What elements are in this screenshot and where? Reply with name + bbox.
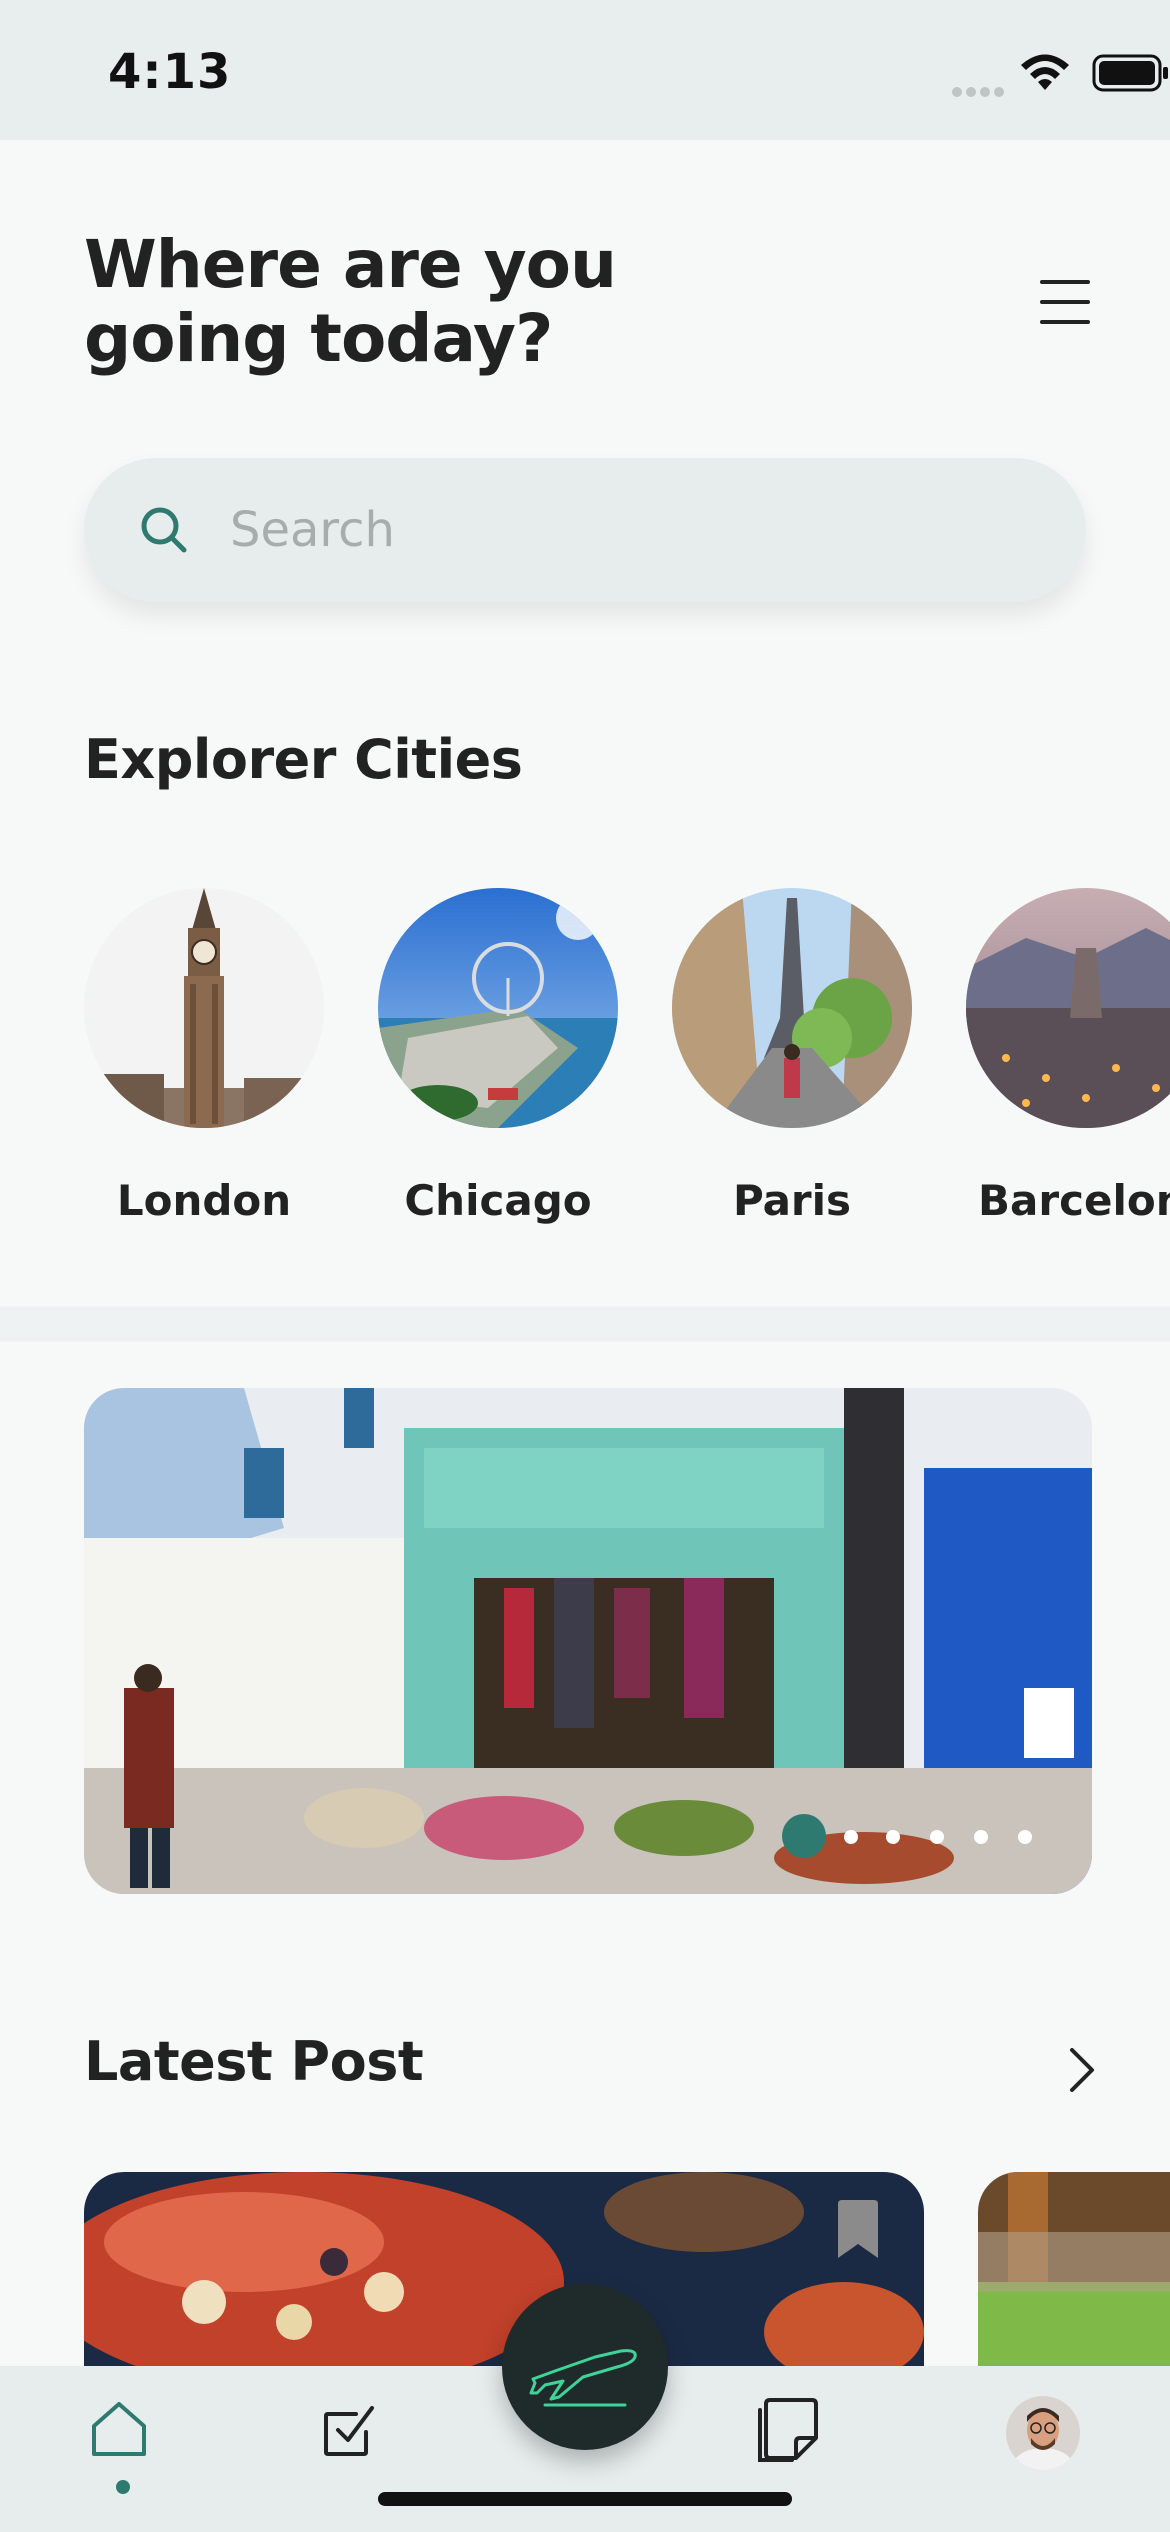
menu-icon-line xyxy=(1040,320,1090,324)
wifi-icon xyxy=(1021,54,1069,90)
pagination-dot[interactable] xyxy=(1018,1830,1032,1844)
menu-button[interactable] xyxy=(1040,280,1100,336)
search-bar[interactable] xyxy=(84,458,1086,602)
city-name: London xyxy=(116,1176,292,1225)
post-photo xyxy=(978,2172,1170,2372)
status-time: 4:13 xyxy=(108,44,232,100)
home-indicator xyxy=(378,2492,792,2506)
page-title: Where are you going today? xyxy=(84,226,617,377)
pagination-dot[interactable] xyxy=(886,1830,900,1844)
chevron-right-icon[interactable] xyxy=(1062,2044,1102,2096)
city-photo-paris xyxy=(672,888,912,1128)
city-photo-london xyxy=(84,888,324,1128)
post-card[interactable] xyxy=(84,2172,924,2372)
flights-button[interactable] xyxy=(502,2284,668,2450)
battery-icon xyxy=(1092,54,1168,92)
city-photo-barcelona xyxy=(966,888,1170,1128)
city-card-chicago[interactable]: Chicago xyxy=(378,888,618,1225)
profile-avatar[interactable] xyxy=(1006,2396,1080,2470)
section-title-explorer-cities: Explorer Cities xyxy=(84,728,523,791)
banner-photo xyxy=(84,1388,1092,1894)
city-card-london[interactable]: London xyxy=(84,888,324,1225)
section-title-latest-post: Latest Post xyxy=(84,2030,424,2093)
city-name: Chicago xyxy=(404,1176,592,1225)
city-card-paris[interactable]: Paris xyxy=(672,888,912,1225)
active-tab-indicator xyxy=(116,2480,130,2494)
notes-icon[interactable] xyxy=(756,2398,820,2462)
status-bar: 4:13 xyxy=(0,0,1170,140)
cellular-signal-icon xyxy=(952,82,1008,97)
menu-icon-line xyxy=(1040,300,1090,304)
section-divider xyxy=(0,1306,1170,1342)
pagination-dot[interactable] xyxy=(974,1830,988,1844)
home-icon[interactable] xyxy=(88,2400,150,2458)
tasks-icon[interactable] xyxy=(322,2402,378,2458)
pagination-dot[interactable] xyxy=(930,1830,944,1844)
post-photo xyxy=(84,2172,924,2372)
search-input[interactable] xyxy=(228,494,1028,566)
featured-banner[interactable] xyxy=(84,1388,1092,1894)
city-card-barcelona[interactable]: Barcelona xyxy=(966,888,1170,1225)
bookmark-icon[interactable] xyxy=(836,2200,880,2260)
pagination-dot-active[interactable] xyxy=(782,1814,826,1858)
pagination-dot[interactable] xyxy=(844,1830,858,1844)
city-name: Paris xyxy=(732,1176,852,1225)
city-name: Barcelona xyxy=(978,1176,1170,1225)
city-photo-chicago xyxy=(378,888,618,1128)
post-card[interactable] xyxy=(978,2172,1170,2372)
airplane-icon xyxy=(529,2349,637,2407)
menu-icon-line xyxy=(1040,280,1090,284)
search-icon xyxy=(141,507,187,553)
